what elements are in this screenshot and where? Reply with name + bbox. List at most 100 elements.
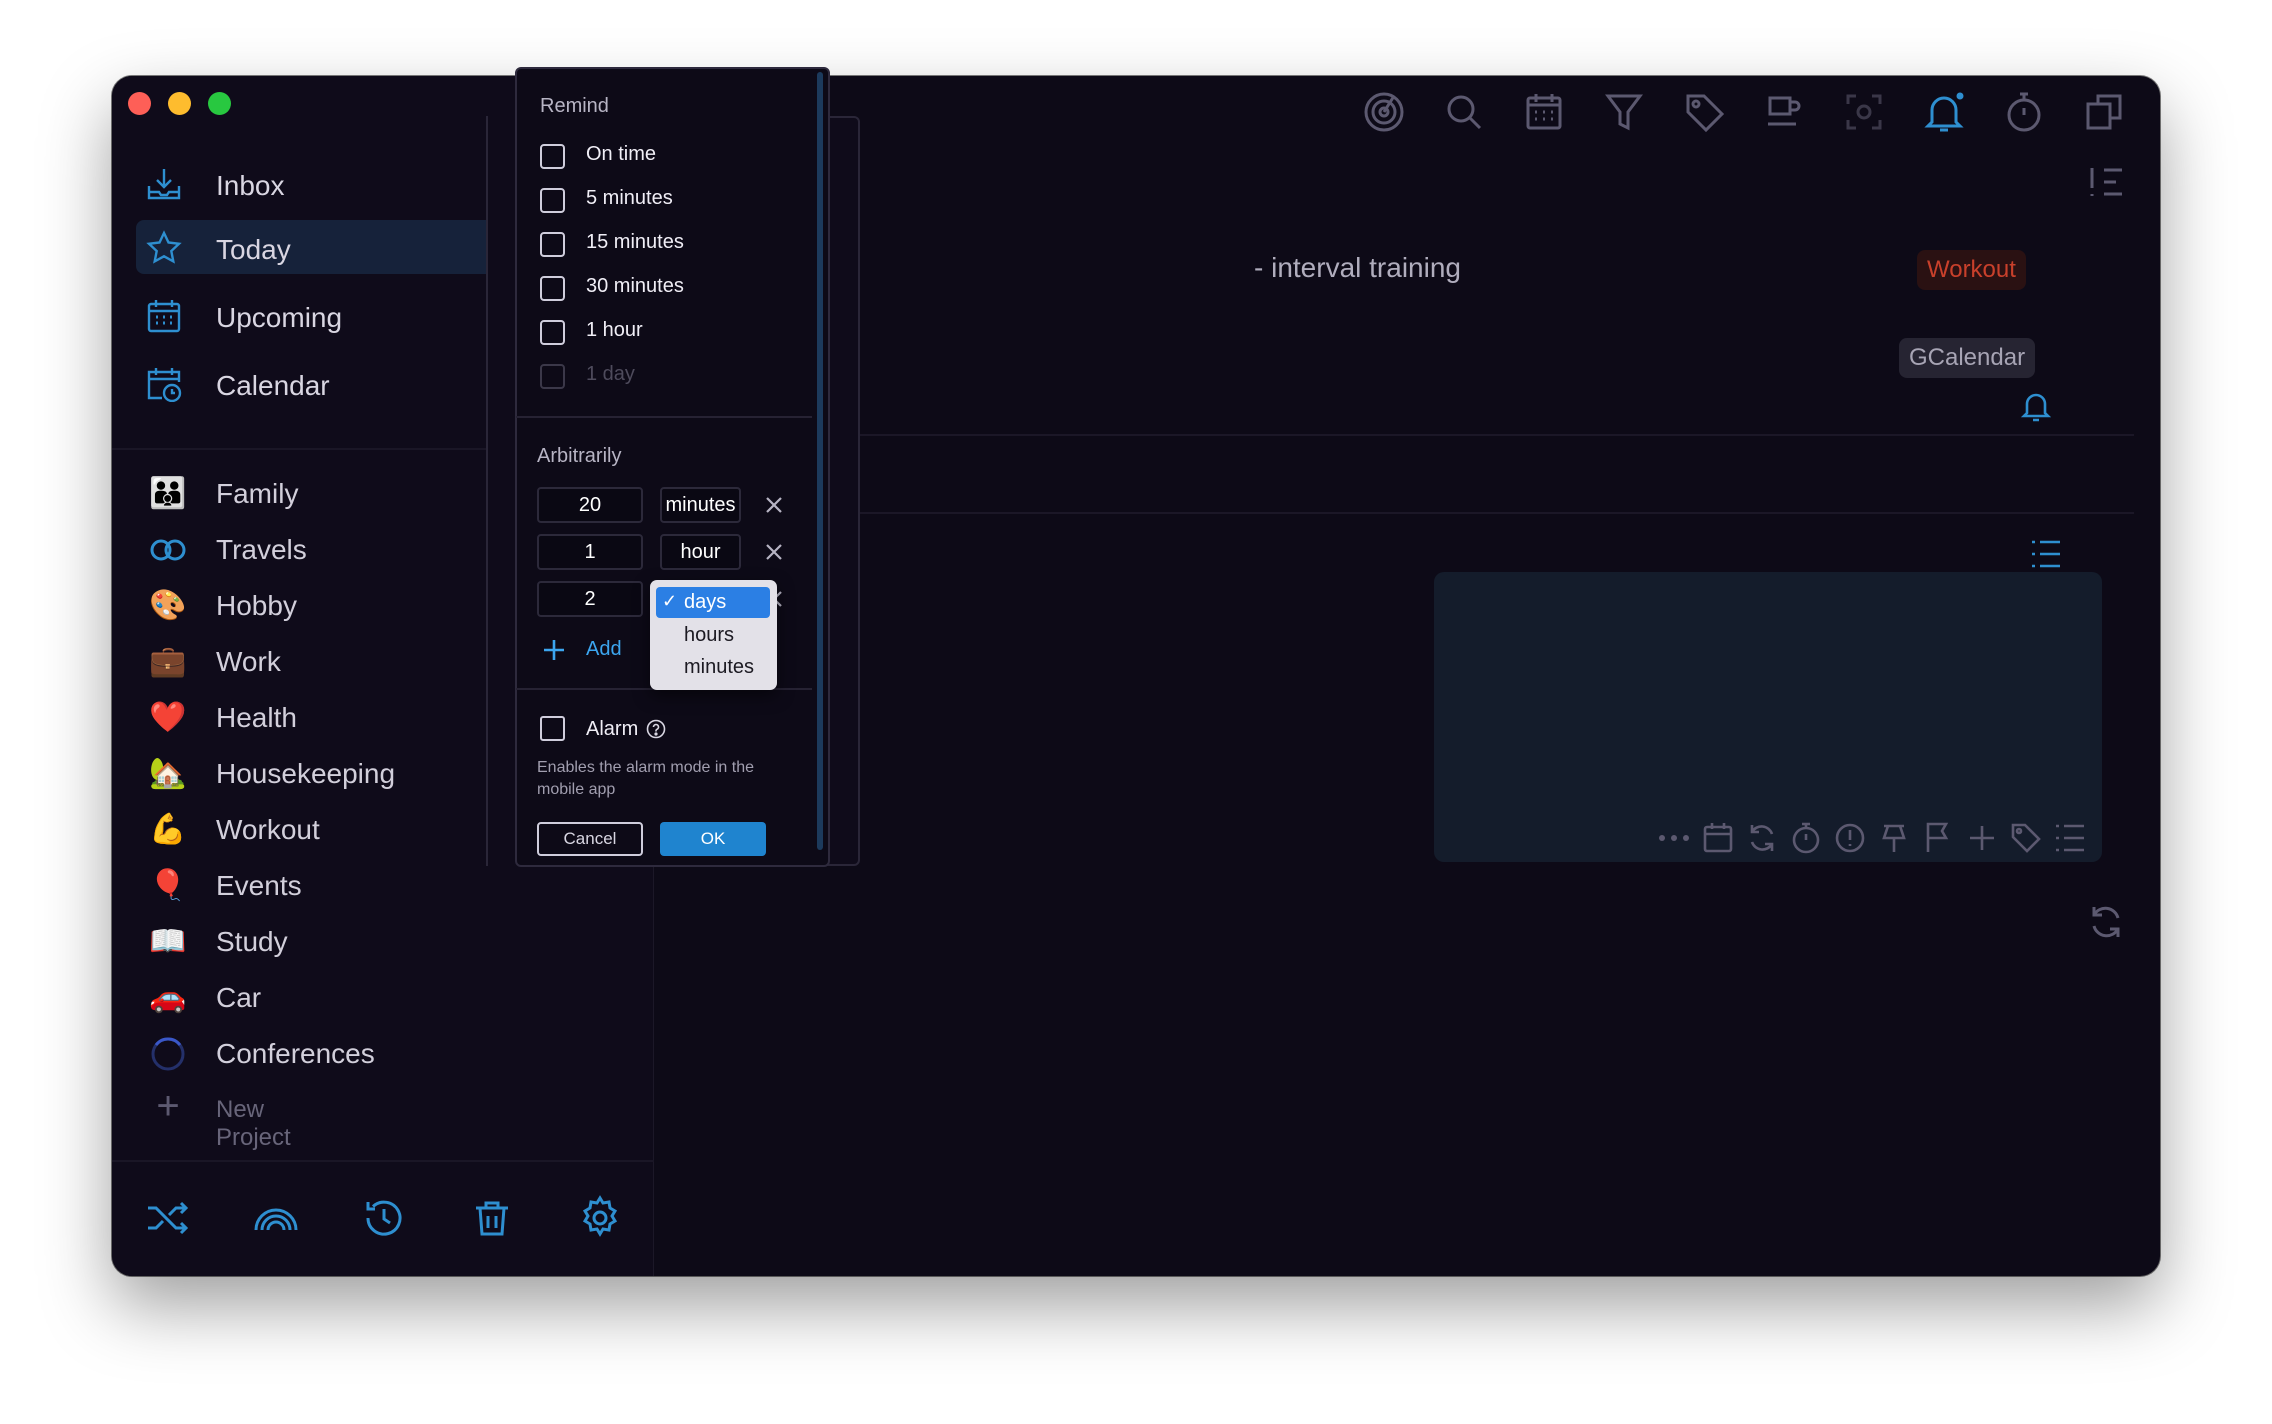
- pin-icon[interactable]: [1876, 820, 1912, 856]
- reminder-amount-input[interactable]: 2: [537, 581, 643, 617]
- close-icon[interactable]: [764, 542, 784, 562]
- project-label: Conferences: [216, 1038, 375, 1069]
- sidebar-divider: [112, 1160, 654, 1162]
- gear-icon[interactable]: [576, 1194, 624, 1242]
- book-icon: 📖: [149, 925, 187, 958]
- alarm-description: Enables the alarm mode in the mobile app: [537, 759, 755, 798]
- project-label: Health: [216, 702, 297, 733]
- help-icon[interactable]: [646, 719, 666, 739]
- checkbox[interactable]: [540, 188, 565, 213]
- main-content: - interval training Workout GCalendar: [654, 76, 2160, 1276]
- ok-button[interactable]: OK: [660, 822, 766, 856]
- family-icon: 👪: [149, 477, 187, 510]
- checkbox-label: 1 day: [586, 363, 635, 385]
- more-icon[interactable]: [1656, 820, 1692, 856]
- shuffle-icon[interactable]: [144, 1194, 192, 1242]
- calendar-icon[interactable]: [1520, 88, 1568, 136]
- project-label: Housekeeping: [216, 758, 396, 789]
- focus-icon[interactable]: [1840, 88, 1888, 136]
- timer-icon[interactable]: [1788, 820, 1824, 856]
- dropdown-option-label: minutes: [684, 656, 755, 678]
- stopwatch-icon[interactable]: [2000, 88, 2048, 136]
- calendar-grid-icon: [147, 300, 181, 333]
- task-details-dialog-edge: [486, 116, 516, 866]
- plus-icon: [544, 640, 564, 660]
- radar-icon[interactable]: [1360, 88, 1408, 136]
- reminder-amount-input[interactable]: 1: [537, 534, 643, 570]
- trash-icon[interactable]: [468, 1194, 516, 1242]
- popup-scrollbar[interactable]: [817, 72, 823, 850]
- task-title[interactable]: - interval training: [1254, 252, 1461, 284]
- tag-workout-badge[interactable]: Workout: [1917, 250, 2026, 290]
- search-icon[interactable]: [1440, 88, 1488, 136]
- alarm-checkbox[interactable]: [540, 716, 565, 741]
- coffee-icon[interactable]: [1760, 88, 1808, 136]
- history-icon[interactable]: [360, 1194, 408, 1242]
- dropdown-option-minutes[interactable]: minutes: [656, 653, 770, 684]
- infinity-rings-icon: [150, 539, 186, 561]
- briefcase-icon: 💼: [149, 645, 187, 678]
- close-window-button[interactable]: [128, 92, 151, 115]
- checkbox[interactable]: [540, 144, 565, 169]
- minimize-window-button[interactable]: [168, 92, 191, 115]
- sync-icon[interactable]: [2086, 902, 2126, 942]
- new-project-label: New Project: [216, 1096, 291, 1151]
- notes-editor[interactable]: [1434, 572, 2102, 862]
- checkbox[interactable]: [540, 320, 565, 345]
- date-icon[interactable]: [1700, 820, 1736, 856]
- sidebar-item-label: Today: [216, 234, 291, 265]
- tag-icon[interactable]: [2008, 820, 2044, 856]
- reminder-bell-icon[interactable]: [2018, 388, 2054, 424]
- sidebar-item-label: Inbox: [216, 170, 285, 201]
- car-icon: 🚗: [149, 981, 187, 1014]
- checkbox[interactable]: [540, 276, 565, 301]
- checkbox-label: 30 minutes: [586, 275, 684, 297]
- project-label: Hobby: [216, 590, 297, 621]
- flexed-arm-icon: 💪: [149, 813, 187, 846]
- project-label: Events: [216, 870, 302, 901]
- remind-section-title: Remind: [540, 95, 609, 117]
- copy-icon[interactable]: [2080, 88, 2128, 136]
- balloon-icon: 🎈: [149, 869, 187, 902]
- close-icon[interactable]: [764, 495, 784, 515]
- reminder-unit-select[interactable]: hour: [660, 534, 741, 570]
- project-label: Car: [216, 982, 262, 1013]
- calendar-clock-icon: [147, 368, 182, 402]
- cancel-button[interactable]: Cancel: [537, 822, 643, 856]
- project-label: Family: [216, 478, 299, 509]
- reminder-unit-select[interactable]: minutes: [660, 487, 741, 523]
- main-divider: [654, 512, 2134, 514]
- filter-icon[interactable]: [1600, 88, 1648, 136]
- repeat-icon[interactable]: [1744, 820, 1780, 856]
- project-label: Workout: [216, 814, 320, 845]
- checkbox-label: 1 hour: [586, 319, 643, 341]
- reminder-amount-input[interactable]: 20: [537, 487, 643, 523]
- arbitrarily-section-title: Arbitrarily: [537, 445, 622, 467]
- list-icon[interactable]: [2028, 536, 2064, 572]
- bell-icon[interactable]: [1920, 88, 1968, 136]
- checklist-icon[interactable]: [2052, 820, 2088, 856]
- add-icon[interactable]: [1964, 820, 2000, 856]
- checkbox[interactable]: [540, 232, 565, 257]
- sidebar-item-label: Calendar: [216, 370, 330, 401]
- popup-divider: [516, 416, 812, 418]
- zoom-window-button[interactable]: [208, 92, 231, 115]
- inbox-icon: [147, 169, 181, 200]
- sort-priority-icon[interactable]: [2086, 164, 2126, 200]
- flag-icon[interactable]: [1920, 820, 1956, 856]
- dropdown-option-hours[interactable]: hours: [656, 621, 770, 652]
- plus-icon: +: [156, 1084, 180, 1128]
- checkbox-label: On time: [586, 143, 657, 165]
- dropdown-option-label: hours: [684, 624, 735, 646]
- progress-ring-icon: [151, 1037, 185, 1071]
- dropdown-option-days[interactable]: ✓ days: [656, 587, 770, 618]
- check-icon: ✓: [662, 591, 678, 611]
- tag-gcalendar-badge[interactable]: GCalendar: [1899, 338, 2036, 378]
- priority-icon[interactable]: [1832, 820, 1868, 856]
- checkbox-label: 5 minutes: [586, 187, 673, 209]
- checkbox-disabled: [540, 364, 565, 389]
- add-label: Add: [586, 638, 622, 660]
- tag-icon[interactable]: [1680, 88, 1728, 136]
- heart-icon: ❤️: [149, 701, 187, 734]
- rainbow-icon[interactable]: [252, 1194, 300, 1242]
